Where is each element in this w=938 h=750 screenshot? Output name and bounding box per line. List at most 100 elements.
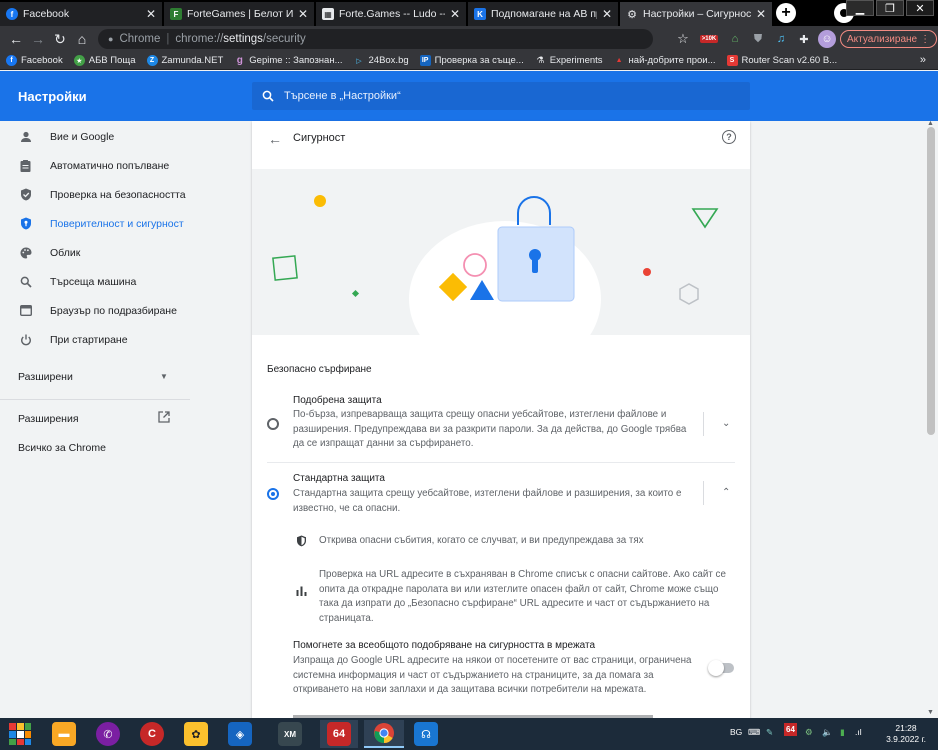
bookmark-star-icon[interactable]: ☆ <box>675 31 691 47</box>
help-improve-toggle[interactable] <box>708 660 734 676</box>
forward-button[interactable]: → <box>27 28 49 50</box>
bookmark-facebook[interactable]: f Facebook <box>6 55 63 66</box>
close-icon[interactable]: ✕ <box>756 7 766 21</box>
bookmark-experiments[interactable]: ⚗ Experiments <box>535 55 602 66</box>
nav-item-on-startup[interactable]: При стартиране <box>0 325 252 354</box>
extension-headphones-icon[interactable]: ♫ <box>773 31 789 47</box>
close-window-button[interactable]: ✕ <box>906 0 934 16</box>
privacy-shield-icon <box>19 217 32 230</box>
nav-item-safety-check[interactable]: Проверка на безопасността <box>0 180 252 209</box>
tab-fortegames-ludo[interactable]: ▦ Forte.Games -- Ludo -- ✕ <box>316 2 466 26</box>
nav-item-label: Облик <box>50 246 81 259</box>
bookmark-router-scan[interactable]: S Router Scan v2.60 B... <box>726 55 837 66</box>
chevron-down-icon[interactable]: ⌄ <box>722 418 730 429</box>
settings-header: Настройки <box>0 71 938 121</box>
new-tab-button[interactable]: + <box>776 3 796 23</box>
security-illustration <box>252 169 750 335</box>
64-app-icon: 64 <box>327 722 351 746</box>
taskbar-clock[interactable]: 21:28 3.9.2022 г. <box>876 723 936 745</box>
back-arrow-icon[interactable]: ← <box>268 131 282 147</box>
scroll-down-icon[interactable]: ▼ <box>927 709 934 716</box>
url-text: chrome://settings/security <box>175 33 305 45</box>
taskbar-chrome[interactable] <box>364 720 404 748</box>
tray-network-app-icon[interactable]: ⚙ <box>805 727 813 738</box>
page-scrollbar[interactable]: ▲ ▼ <box>924 120 938 718</box>
open-in-new-icon[interactable] <box>158 411 170 426</box>
nav-item-search-engine[interactable]: Търсеща машина <box>0 267 252 296</box>
taskbar-xm-play[interactable]: XM <box>272 720 308 748</box>
nav-item-privacy-security[interactable]: Поверителност и сигурност <box>0 209 252 238</box>
bookmark-best-products[interactable]: ▲ най-добрите прои... <box>614 55 716 66</box>
address-bar[interactable]: ● Chrome | chrome://settings/security <box>98 29 653 49</box>
standard-protection-radio[interactable] <box>267 488 279 500</box>
extension-shield-icon[interactable]: ⛊ <box>750 31 766 47</box>
bookmark-ip-check[interactable]: IP Проверка за съще... <box>419 55 524 66</box>
tab-av-support[interactable]: K Подпомагане на АВ прогр ✕ <box>468 2 618 26</box>
tab-facebook[interactable]: f Facebook ✕ <box>0 2 162 26</box>
close-icon[interactable]: ✕ <box>146 7 156 21</box>
profile-avatar[interactable]: ☺ <box>818 30 836 48</box>
chevron-down-icon[interactable]: ▼ <box>160 372 168 381</box>
extensions-puzzle-icon[interactable]: ✚ <box>796 31 812 47</box>
bookmark-zamunda[interactable]: Z Zamunda.NET <box>146 55 223 66</box>
maximize-button[interactable]: ❐ <box>876 0 904 16</box>
extension-badge: >10K <box>699 35 719 43</box>
language-indicator[interactable]: BG <box>730 727 742 737</box>
scroll-up-icon[interactable]: ▲ <box>927 120 934 127</box>
reload-button[interactable]: ↻ <box>49 28 71 50</box>
volume-icon[interactable]: 🔈 <box>822 727 833 738</box>
nav-advanced[interactable]: Разширени <box>18 371 73 383</box>
signal-icon[interactable]: .ıl <box>855 727 862 737</box>
gepime-icon: g <box>236 55 243 66</box>
taskbar-ccleaner[interactable]: C <box>134 720 170 748</box>
taskbar-installer[interactable]: ◈ <box>222 720 258 748</box>
minimize-button[interactable]: ▁ <box>846 0 874 16</box>
nav-extensions[interactable]: Разширения <box>18 413 79 425</box>
help-icon[interactable]: ? <box>722 130 736 144</box>
bookmark-24box[interactable]: ▷ 24Box.bg <box>354 55 408 66</box>
taskbar-poe[interactable]: ✿ <box>178 720 214 748</box>
nav-item-appearance[interactable]: Облик <box>0 238 252 267</box>
close-icon[interactable]: ✕ <box>298 7 308 21</box>
taskbar-viber[interactable]: ✆ <box>90 720 126 748</box>
router-scan-icon: S <box>726 55 738 66</box>
nav-about-chrome[interactable]: Всичко за Chrome <box>18 442 106 454</box>
bookmark-label: Facebook <box>21 55 63 66</box>
close-icon[interactable]: ✕ <box>602 7 612 21</box>
nav-item-default-browser[interactable]: Браузър по подразбиране <box>0 296 252 325</box>
nav-item-label: Поверителност и сигурност <box>50 217 184 230</box>
window-controls: ▁ ❐ ✕ <box>846 0 934 16</box>
battery-icon[interactable]: ▮ <box>840 727 845 738</box>
best-products-icon: ▲ <box>615 57 623 64</box>
bookmark-label: най-добрите прои... <box>628 55 716 66</box>
keyboard-icon[interactable]: ⌨ <box>748 727 760 738</box>
tab-fortegames-belot[interactable]: F ForteGames | Белот Играй ✕ <box>164 2 314 26</box>
chevron-up-icon[interactable]: ⌃ <box>722 487 730 498</box>
standard-protection-desc: Стандартна защита срещу уебсайтове, изте… <box>293 488 682 514</box>
browser-toolbar: ← → ↻ ⌂ ● Chrome | chrome://settings/sec… <box>0 26 938 52</box>
update-chrome-button[interactable]: Актуализиране ⋮ <box>840 30 938 48</box>
settings-search-input[interactable] <box>284 90 704 102</box>
scrollbar-thumb[interactable] <box>927 127 935 435</box>
close-icon[interactable]: ✕ <box>450 7 460 21</box>
settings-search[interactable] <box>252 82 750 110</box>
nav-item-autofill[interactable]: Автоматично попълване <box>0 151 252 180</box>
extension-badge-button[interactable]: >10K <box>698 31 720 47</box>
nav-item-you-and-google[interactable]: Вие и Google <box>0 122 252 151</box>
bookmark-abv-mail[interactable]: ★ АБВ Поща <box>73 55 136 66</box>
bookmarks-overflow-icon[interactable]: » <box>920 54 926 66</box>
installer-icon: ◈ <box>228 722 252 746</box>
extension-house-icon[interactable]: ⌂ <box>727 31 743 47</box>
taskbar-headset-app[interactable]: ☊ <box>408 720 444 748</box>
taskbar-64-app[interactable]: 64 <box>320 720 358 748</box>
row-divider <box>267 462 735 463</box>
pen-icon[interactable]: ✎ <box>766 727 773 738</box>
tab-settings-security[interactable]: ⚙ Настройки – Сигурност ✕ <box>620 2 772 26</box>
taskbar-file-explorer[interactable]: ▬ <box>46 720 82 748</box>
back-button[interactable]: ← <box>5 28 27 50</box>
tray-64-icon[interactable]: 64 <box>784 723 797 736</box>
start-button[interactable] <box>2 720 38 748</box>
bookmark-gepime[interactable]: g Gepime :: Запознан... <box>234 55 343 66</box>
home-button[interactable]: ⌂ <box>71 28 93 50</box>
enhanced-protection-radio[interactable] <box>267 418 279 430</box>
